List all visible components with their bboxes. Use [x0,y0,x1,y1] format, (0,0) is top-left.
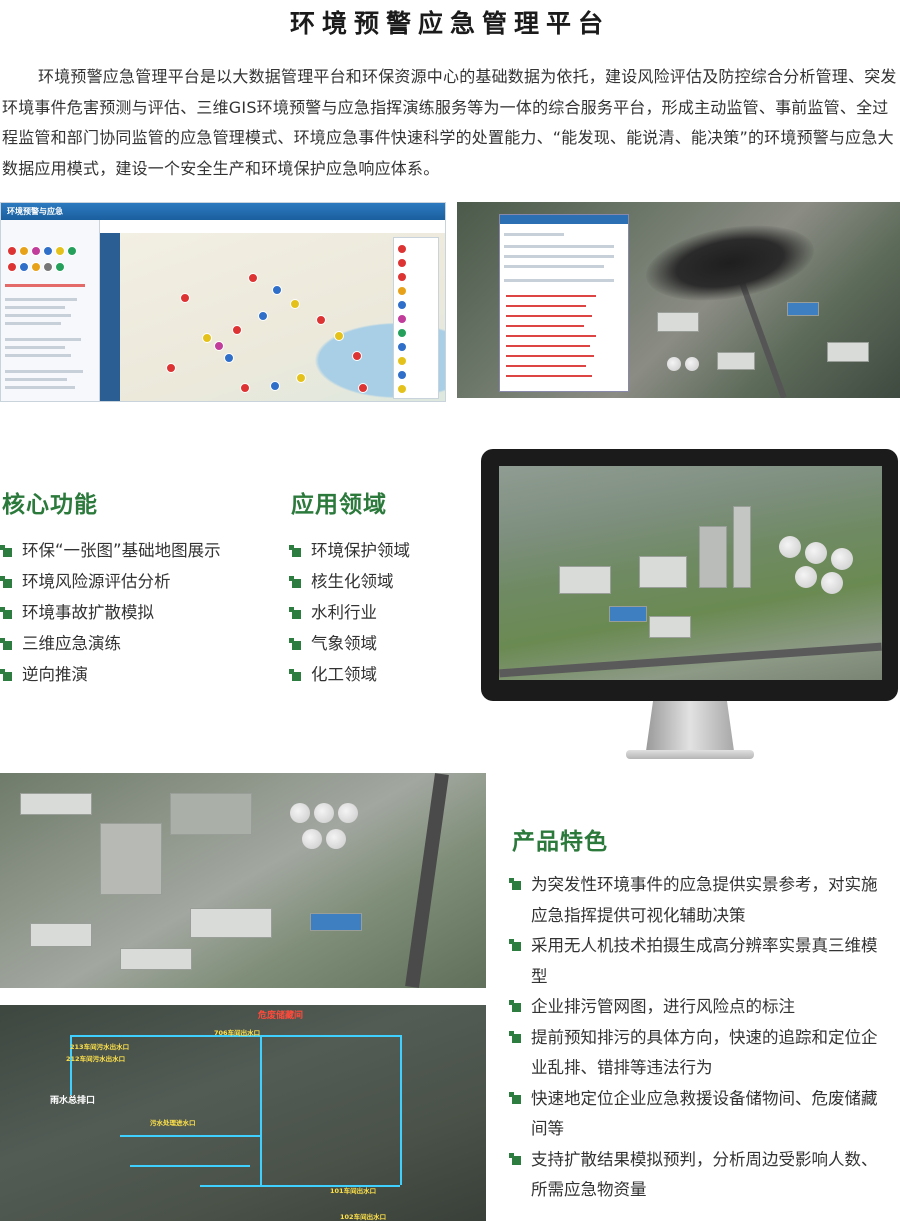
pipe-label: 污水处理进水口 [150,1119,196,1127]
core-functions-heading: 核心功能 [2,492,98,518]
list-item: 快速地定位企业应急救援设备储物间、危废储藏间等 [509,1084,892,1145]
pipe-label-rain-outlet: 雨水总排口 [50,1096,96,1106]
pipe-network-photo: 危废储藏间 706车间出水口 213车间污水出水口 212车间污水出水口 雨水总… [0,1005,486,1221]
list-item: 支持扩散结果模拟预判，分析周边受影响人数、所需应急物资量 [509,1145,892,1206]
pipe-label: 212车间污水出水口 [66,1055,126,1063]
list-item: 采用无人机技术拍摄生成高分辨率实景真三维模型 [509,931,892,992]
list-item: 水利行业 [289,602,410,633]
monitor-base [626,750,754,759]
bullet-icon [509,939,521,951]
list-item: 环保“一张图”基础地图展示 [0,540,221,571]
platform-map-screenshot: 环境预警与应急 [0,202,446,402]
bullet-icon [0,669,12,681]
bullet-icon [509,1000,521,1012]
simulation-dialog [499,214,629,392]
list-item: 核生化领域 [289,571,410,602]
pipe-label: 102车间出水口 [340,1213,387,1221]
core-functions-list: 环保“一张图”基础地图展示 环境风险源评估分析 环境事故扩散模拟 三维应急演练 … [0,540,221,695]
bullet-icon [289,607,301,619]
factory-aerial-photo [0,773,486,988]
product-features-list: 为突发性环境事件的应急提供实景参考，对实施应急指挥提供可视化辅助决策 采用无人机… [509,870,892,1206]
bullet-icon [509,1152,521,1165]
list-item: 三维应急演练 [0,633,221,664]
bullet-icon [289,669,301,681]
bullet-icon [0,576,12,588]
list-item: 化工领域 [289,664,410,695]
bullet-icon [509,1030,521,1043]
page-title: 环境预警应急管理平台 [289,9,610,38]
list-item: 气象领域 [289,633,410,664]
bullet-icon [0,607,12,619]
bullet-icon [0,545,12,557]
bullet-icon [289,638,301,650]
pipe-label: 101车间出水口 [330,1187,377,1195]
monitor-stand [646,701,734,751]
bullet-icon [0,638,12,650]
pipe-label-danger-store: 危废储藏间 [258,1011,304,1021]
product-features-heading: 产品特色 [512,829,608,855]
app-logo-title: 环境预警与应急 [7,207,63,216]
map-toolbar [100,220,445,234]
application-fields-list: 环境保护领域 核生化领域 水利行业 气象领域 化工领域 [289,540,410,695]
map-legend [393,237,439,399]
list-item: 为突发性环境事件的应急提供实景参考，对实施应急指挥提供可视化辅助决策 [509,870,892,931]
bullet-icon [289,576,301,588]
list-item: 环境保护领域 [289,540,410,571]
pipe-label: 213车间污水出水口 [70,1043,130,1051]
list-item: 环境事故扩散模拟 [0,602,221,633]
application-fields-heading: 应用领域 [291,492,387,518]
pipe-label: 706车间出水口 [214,1029,261,1037]
intro-paragraph: 环境预警应急管理平台是以大数据管理平台和环保资源中心的基础数据为依托，建设风险评… [2,67,897,178]
list-item: 企业排污管网图，进行风险点的标注 [509,992,892,1023]
list-item: 逆向推演 [0,664,221,695]
bullet-icon [289,545,301,557]
map-tool-rail [100,233,120,401]
map-sidebar [1,220,100,401]
list-item: 提前预知排污的具体方向，快速的追踪和定位企业乱排、错排等违法行为 [509,1023,892,1084]
app-header: 环境预警与应急 [1,203,445,220]
list-item: 环境风险源评估分析 [0,571,221,602]
monitor-screen-3d-model [499,466,882,680]
bullet-icon [509,1091,521,1104]
bullet-icon [509,878,521,890]
